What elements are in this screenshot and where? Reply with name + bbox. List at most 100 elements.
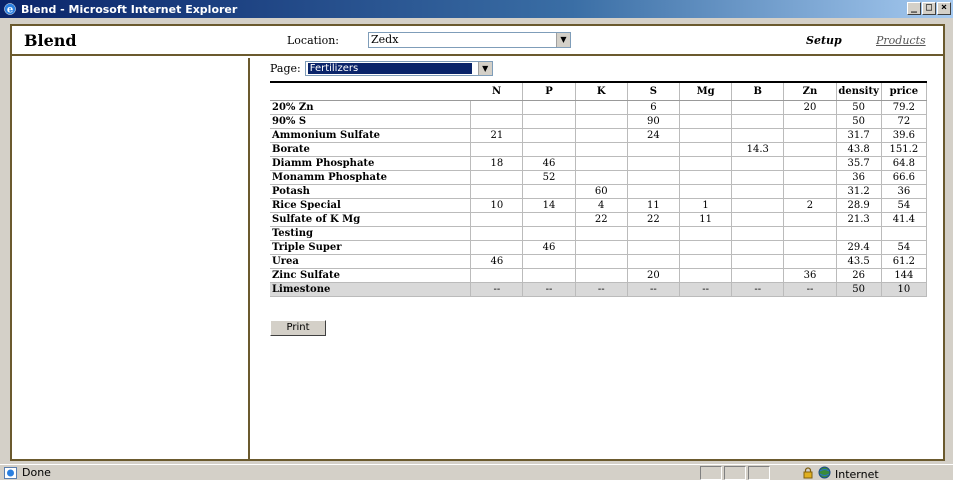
column-header: density — [836, 81, 882, 101]
value-cell: 54 — [880, 197, 928, 213]
table-row: 20% Zn 6 20 50 79.2 — [270, 99, 928, 115]
value-cell — [470, 267, 524, 283]
value-cell — [470, 99, 524, 115]
product-name-cell: Zinc Sulfate — [270, 267, 472, 283]
value-cell: 66.6 — [880, 169, 928, 185]
product-name-cell: Rice Special — [270, 197, 472, 213]
value-cell: 79.2 — [880, 99, 928, 115]
value-cell — [626, 183, 681, 199]
product-name-cell: Triple Super — [270, 239, 472, 255]
value-cell — [574, 267, 628, 283]
value-cell — [678, 169, 733, 185]
window-titlebar: e Blend - Microsoft Internet Explorer _ … — [0, 0, 953, 18]
value-cell: 43.5 — [835, 253, 882, 269]
table-header-row: N P K S Mg B Zn density price — [270, 81, 928, 101]
value-cell: 21.3 — [835, 211, 882, 227]
value-cell — [470, 113, 524, 129]
value-cell: 11 — [678, 211, 733, 227]
status-panel — [700, 466, 722, 480]
table-row: Testing — [270, 225, 928, 241]
status-panel — [724, 466, 746, 480]
value-cell: 60 — [574, 183, 628, 199]
value-cell — [678, 267, 733, 283]
value-cell — [880, 225, 928, 241]
value-cell — [678, 141, 733, 157]
value-cell — [783, 127, 837, 143]
close-button[interactable]: × — [937, 2, 951, 15]
status-text: Done — [22, 466, 51, 479]
product-name-cell: 20% Zn — [270, 99, 472, 115]
table-row: Monamm Phosphate 52 36 66.6 — [270, 169, 928, 185]
product-name-cell: Sulfate of K Mg — [270, 211, 472, 227]
value-cell — [522, 99, 576, 115]
value-cell: 35.7 — [835, 155, 882, 171]
setup-link[interactable]: Setup — [806, 34, 842, 47]
security-zone[interactable]: Internet — [802, 466, 879, 480]
value-cell — [522, 267, 576, 283]
value-cell: 2 — [783, 197, 837, 213]
column-header: N — [470, 81, 524, 101]
value-cell: 1 — [678, 197, 733, 213]
value-cell: 36 — [880, 183, 928, 199]
page-select[interactable]: Fertilizers ▼ — [304, 61, 493, 76]
value-cell — [731, 169, 785, 185]
table-row: Borate 14.3 43.8 151.2 — [270, 141, 928, 157]
value-cell — [574, 141, 628, 157]
value-cell — [574, 239, 628, 255]
zone-label: Internet — [835, 467, 879, 480]
table-row: Urea 46 43.5 61.2 — [270, 253, 928, 269]
value-cell — [522, 127, 576, 143]
print-button[interactable]: Print — [270, 320, 326, 336]
value-cell: 14.3 — [731, 141, 785, 157]
column-header: K — [575, 81, 628, 101]
table-row: Limestone -- -- -- -- -- -- -- 50 10 — [270, 281, 928, 297]
value-cell — [574, 99, 628, 115]
value-cell: 43.8 — [835, 141, 882, 157]
column-header: price — [881, 81, 928, 101]
value-cell — [470, 141, 524, 157]
globe-icon — [818, 466, 831, 480]
value-cell — [835, 225, 882, 241]
value-cell — [731, 239, 785, 255]
main-content: Page: Fertilizers ▼ N P K S Mg B Zn dens… — [264, 58, 944, 458]
value-cell — [522, 183, 576, 199]
value-cell: 28.9 — [835, 197, 882, 213]
value-cell: 90 — [626, 113, 681, 129]
value-cell — [626, 155, 681, 171]
value-cell — [731, 211, 785, 227]
value-cell — [731, 183, 785, 199]
location-label: Location: — [287, 34, 339, 47]
minimize-button[interactable]: _ — [907, 2, 921, 15]
value-cell: -- — [783, 281, 837, 297]
column-header: Zn — [783, 81, 837, 101]
value-cell: 54 — [880, 239, 928, 255]
location-value: Zedx — [371, 33, 399, 46]
location-select[interactable]: Zedx ▼ — [368, 32, 571, 48]
page-selected-value: Fertilizers — [307, 63, 472, 74]
value-cell: 24 — [626, 127, 681, 143]
value-cell — [470, 225, 524, 241]
value-cell: 151.2 — [880, 141, 928, 157]
value-cell — [574, 155, 628, 171]
value-cell — [626, 239, 681, 255]
value-cell — [678, 239, 733, 255]
value-cell: 72 — [880, 113, 928, 129]
table-row: Ammonium Sulfate 21 24 31.7 39.6 — [270, 127, 928, 143]
value-cell — [574, 169, 628, 185]
value-cell — [783, 225, 837, 241]
product-name-cell: Limestone — [270, 281, 472, 297]
value-cell — [731, 99, 785, 115]
table-row: Potash 60 31.2 36 — [270, 183, 928, 199]
value-cell — [626, 225, 681, 241]
value-cell — [626, 253, 681, 269]
value-cell — [470, 183, 524, 199]
value-cell: 20 — [626, 267, 681, 283]
products-link[interactable]: Products — [876, 34, 926, 47]
table-row: 90% S 90 50 72 — [270, 113, 928, 129]
maximize-button[interactable]: □ — [922, 2, 936, 15]
page-label: Page: — [270, 62, 301, 75]
value-cell — [470, 211, 524, 227]
chevron-down-icon[interactable]: ▼ — [477, 62, 492, 75]
window-title: Blend - Microsoft Internet Explorer — [21, 2, 238, 16]
chevron-down-icon[interactable]: ▼ — [556, 33, 570, 47]
